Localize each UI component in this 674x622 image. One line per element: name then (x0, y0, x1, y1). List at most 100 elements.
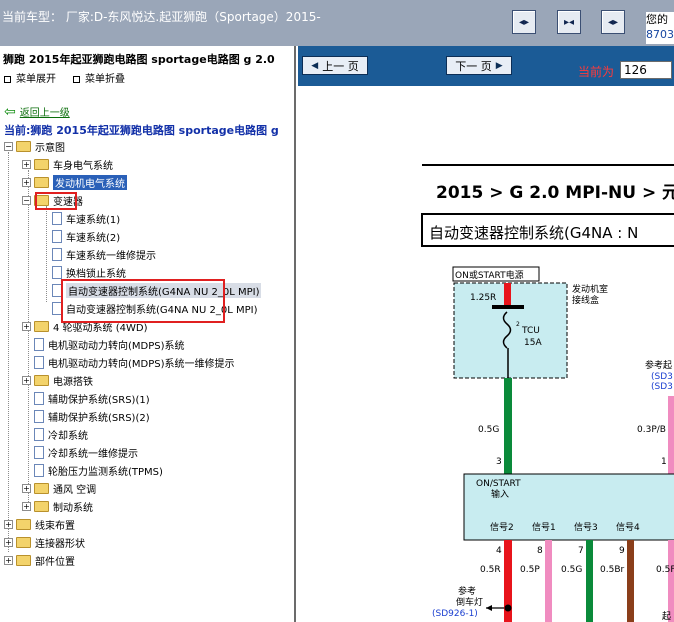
tree-item-label: 通风 空调 (53, 484, 97, 496)
expand-toggle-icon[interactable]: + (22, 375, 31, 385)
tree-item-label: 电机驱动动力转向(MDPS)系统一维修提示 (48, 358, 235, 370)
tree-item[interactable]: 轮胎压力监测系统(TPMS) (22, 461, 163, 479)
folder-icon (34, 320, 49, 332)
split-view-button[interactable]: ▸◂ (557, 10, 581, 34)
expand-toggle-icon[interactable]: + (4, 537, 13, 547)
tree-guide (8, 152, 9, 552)
tree-item-label: 发动机电气系统 (53, 174, 127, 190)
expand-toggle-icon[interactable]: + (22, 177, 31, 187)
document-icon (34, 337, 44, 351)
pink-signal-wire (545, 540, 552, 622)
expand-toggle-icon[interactable]: + (4, 555, 13, 565)
fuse-name: TCU (521, 326, 540, 336)
tree-item-label: 车速系统一维修提示 (66, 250, 156, 262)
tree-item[interactable]: 冷却系统 (22, 425, 88, 443)
folder-icon (34, 176, 49, 188)
next-page-button[interactable]: 下一 页 ▶ (446, 56, 512, 75)
green-signal-wire (586, 540, 593, 622)
folder-icon (34, 158, 49, 170)
left-triangle-icon: ◀ (311, 60, 319, 71)
signal-4-label: 信号4 (616, 521, 640, 533)
expand-toggle-icon[interactable]: + (22, 483, 31, 493)
document-icon (34, 463, 44, 477)
tree-item-label: 换档锁止系统 (66, 268, 126, 280)
expand-toggle-icon[interactable]: + (4, 519, 13, 529)
tree-item-label: 冷却系统 (48, 430, 88, 442)
prev-page-button[interactable]: ◀ 上一 页 (302, 56, 368, 75)
wire-125r-label: 1.25R (470, 293, 496, 303)
pin-4-label: 4 (496, 546, 502, 556)
tree-item[interactable]: + 制动系统 (22, 497, 93, 515)
tree-item[interactable]: 电机驱动动力转向(MDPS)系统一维修提示 (22, 353, 235, 371)
tree-item-label: 电源搭铁 (53, 376, 93, 388)
collapse-toggle-icon[interactable]: − (4, 141, 13, 151)
junction-box-label-1: 发动机室 (572, 283, 608, 295)
folder-icon (34, 482, 49, 494)
expand-all-checkbox[interactable] (4, 75, 11, 83)
tree-item[interactable]: + 线束布置 (4, 515, 75, 533)
back-link[interactable]: ⇦ 返回上一级 (4, 104, 70, 120)
tree-item[interactable]: + 电源搭铁 (22, 371, 93, 389)
back-link-label: 返回上一级 (19, 108, 70, 119)
document-icon (34, 445, 44, 459)
document-icon (52, 229, 62, 243)
page-toolbar: ◀ 上一 页 下一 页 ▶ 当前为 126 (298, 46, 674, 86)
page-number-label: 当前为 (578, 65, 615, 79)
tree-item[interactable]: 冷却系统一维修提示 (22, 443, 138, 461)
user-info-label: 您的 (646, 13, 668, 26)
tree-item[interactable]: 电机驱动动力转向(MDPS)系统 (22, 335, 185, 353)
tree-item[interactable]: + 连接器形状 (4, 533, 85, 551)
expand-toggle-icon[interactable]: + (22, 501, 31, 511)
reference-code-1: (SD3 (651, 372, 673, 382)
tree-item-label: 轮胎压力监测系统(TPMS) (48, 466, 163, 478)
right-triangle-icon: ▶ (495, 60, 503, 71)
sidebar-title: 狮跑 2015年起亚狮跑电路图 sportage电路图 g 2.0 (3, 53, 275, 66)
signal-1-label: 信号1 (532, 521, 556, 533)
user-info-panel: 您的 8703 (646, 12, 674, 44)
diagram-viewer[interactable]: 2015 > G 2.0 MPI-NU > 元 自动变速器控制系统(G4NA :… (298, 86, 674, 622)
splice-point (504, 604, 512, 612)
collapse-all-option[interactable]: 菜单折叠 (73, 70, 125, 85)
folder-icon (16, 140, 31, 152)
collapse-all-checkbox[interactable] (73, 75, 80, 83)
tree-item-label: 连接器形状 (35, 538, 85, 550)
first-page-button[interactable]: ◂▸ (512, 10, 536, 34)
tree-item-label: 线束布置 (35, 520, 75, 532)
tree-item[interactable]: 辅助保护系统(SRS)(1) (22, 389, 150, 407)
tree-item[interactable]: + 发动机电气系统 (22, 173, 127, 191)
tree-item[interactable]: + 车身电气系统 (22, 155, 113, 173)
collapse-toggle-icon[interactable]: − (22, 195, 31, 205)
document-icon (34, 409, 44, 423)
tcu-input-label-1: ON/START (476, 479, 521, 489)
tree-item[interactable]: − 示意图 (4, 137, 65, 155)
top-bar: 当前车型： 厂家:D-东风悦达.起亚狮跑（Sportage）2015- ◂▸ ▸… (0, 0, 674, 46)
last-page-button[interactable]: ◂▸ (601, 10, 625, 34)
pin-1-label: 1 (661, 457, 667, 467)
tree-item[interactable]: + 通风 空调 (22, 479, 96, 497)
signal-3-label: 信号3 (574, 521, 598, 533)
tree-item[interactable]: + 部件位置 (4, 551, 75, 569)
tree-item-label: 部件位置 (35, 556, 75, 568)
expand-toggle-icon[interactable]: + (22, 159, 31, 169)
highlight-box (61, 279, 225, 323)
tree-item-label: 示意图 (35, 142, 65, 154)
folder-icon (34, 374, 49, 386)
wire-03pb-label: 0.3P/B (637, 425, 666, 435)
expand-toggle-icon[interactable]: + (22, 321, 31, 331)
page-number-input[interactable]: 126 (620, 61, 672, 79)
document-icon (52, 265, 62, 279)
fuse-number: 2 (516, 321, 520, 328)
tree-item[interactable]: 辅助保护系统(SRS)(2) (22, 407, 150, 425)
user-info-number: 8703 (646, 28, 674, 41)
current-vehicle-label: 当前车型： 厂家:D-东风悦达.起亚狮跑（Sportage）2015- (2, 10, 321, 24)
tree-item[interactable]: 车速系统(2) (40, 227, 120, 245)
tree-item[interactable]: 车速系统(1) (40, 209, 120, 227)
pink-signal-wire-right (668, 540, 674, 622)
tree-item[interactable]: 车速系统一维修提示 (40, 245, 156, 263)
diagram-breadcrumb: 2015 > G 2.0 MPI-NU > 元 (436, 183, 674, 203)
folder-icon (16, 536, 31, 548)
document-icon (34, 427, 44, 441)
reference-code-2: (SD3 (651, 382, 673, 392)
wire-05p-label: 0.5P (520, 565, 540, 575)
expand-all-option[interactable]: 菜单展开 (4, 70, 56, 85)
